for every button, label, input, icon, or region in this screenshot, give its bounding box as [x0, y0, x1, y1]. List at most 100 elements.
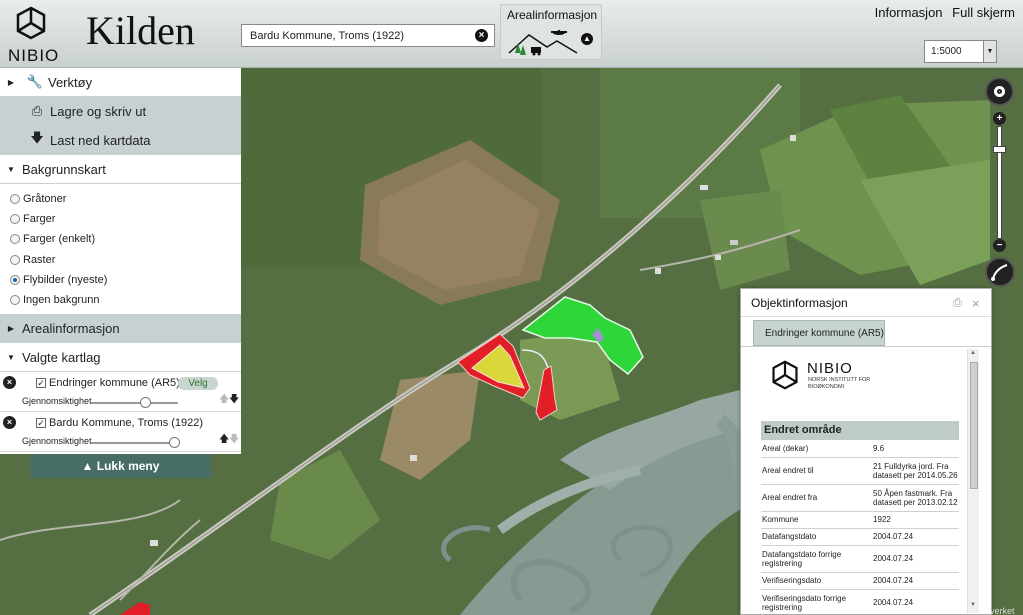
menu-print-label: Lagre og skriv ut [50, 103, 147, 119]
search-box: × [241, 24, 495, 47]
opacity-slider-track[interactable] [91, 442, 178, 445]
bg-option-label: Farger [23, 213, 56, 226]
info-link[interactable]: Informasjon [875, 5, 943, 20]
clear-search-icon[interactable]: × [475, 29, 488, 42]
search-input[interactable] [242, 25, 467, 46]
layer-name: Endringer kommune (AR5) [49, 377, 180, 390]
chevron-up-icon[interactable]: ▲ [581, 33, 593, 45]
object-info-panel: Objektinformasjon ⎙ × Endringer kommune … [740, 288, 992, 615]
nibio-logo[interactable]: NIBIO [6, 4, 60, 65]
nibio-cube-icon [16, 6, 46, 40]
select-button[interactable]: Velg [178, 377, 218, 391]
bg-option-color-simple[interactable]: Farger (enkelt) [10, 229, 241, 249]
table-row: Verifiseringsdato forrige registrering 20… [761, 589, 959, 614]
measure-icon [991, 264, 1008, 281]
brand-name: NIBIO [8, 46, 60, 65]
fullscreen-link[interactable]: Full skjerm [952, 5, 1015, 20]
close-menu-button[interactable]: ▲ Lukk meny [30, 454, 211, 478]
menu-background-label: Bakgrunnskart [22, 161, 106, 177]
attribute-key: Areal endret til [761, 457, 871, 485]
attribute-value: 2004.07.24 [871, 572, 959, 590]
printer-icon[interactable]: ⎙ [953, 297, 962, 310]
menu-area-info[interactable]: ▶ Arealinformasjon [0, 314, 241, 344]
opacity-label: Gjennomsiktighet [22, 396, 92, 407]
scroll-down-icon[interactable]: ▼ [970, 602, 976, 608]
nibio-cube-icon [772, 360, 798, 390]
caret-down-icon: ▼ [7, 352, 15, 362]
bg-option-grayscale[interactable]: Gråtoner [10, 189, 241, 209]
zoom-slider-handle[interactable] [993, 146, 1006, 153]
scale-select[interactable]: 1:5000 ▼ [924, 40, 997, 63]
menu-tools-label: Verktøy [48, 74, 93, 90]
menu-background-maps[interactable]: ▼ Bakgrunnskart [0, 155, 241, 184]
top-links: Informasjon Full skjerm [869, 5, 1015, 20]
scrollbar[interactable]: ▲ ▼ [967, 349, 979, 613]
attribute-value: 9.6 [871, 440, 959, 458]
app-header: NIBIO Kilden × Arealinformasjon ▲ Inform… [0, 0, 1023, 68]
bg-option-label: Farger (enkelt) [23, 233, 96, 246]
bg-option-label: Ingen bakgrunn [23, 294, 100, 307]
locate-icon[interactable] [985, 77, 1014, 106]
bg-option-label: Gråtoner [23, 193, 67, 206]
radio-button[interactable] [10, 234, 20, 245]
scrollbar-thumb[interactable] [970, 362, 978, 489]
radio-button[interactable] [10, 214, 20, 225]
attribute-key: Verifiseringsdato forrige registrering [761, 589, 871, 614]
logo-word: NIBIO [807, 360, 853, 377]
table-row: Areal endret fra 50 Åpen fastmark. Fra da… [761, 484, 959, 512]
topic-label: Arealinformasjon [507, 8, 598, 22]
remove-layer-icon[interactable]: × [3, 376, 16, 390]
chevron-down-icon: ▼ [983, 41, 996, 62]
caret-up-icon: ▲ [81, 459, 97, 473]
attribute-key: Areal (dekar) [761, 440, 871, 458]
zoom-in-button[interactable]: + [993, 112, 1006, 125]
zoom-out-button[interactable]: − [993, 239, 1006, 252]
attribute-key: Datafangstdato [761, 528, 871, 546]
menu-tools[interactable]: ▶ 🔧 Verktøy [0, 68, 241, 97]
menu-print[interactable]: ⎙ Lagre og skriv ut [0, 97, 241, 126]
attribute-value: 21 Fulldyrka jord. Fra datasett per 2014… [871, 457, 959, 485]
menu-selected-layers[interactable]: ▼ Valgte kartlag [0, 343, 241, 373]
move-down-icon[interactable]: 🡇 [229, 392, 239, 409]
radio-button[interactable] [10, 254, 20, 265]
scroll-up-icon[interactable]: ▲ [970, 350, 976, 356]
radio-button[interactable] [10, 194, 20, 205]
tab-ar5-changes[interactable]: Endringer kommune (AR5) [753, 320, 885, 346]
layer-item: × ✓ Endringer kommune (AR5) Velg Gjennom… [0, 372, 241, 413]
radio-button-selected[interactable] [10, 274, 20, 285]
caret-right-icon: ▶ [7, 77, 15, 87]
app-title: Kilden [86, 8, 195, 53]
logo-subtitle: NORSK INSTITUTT FOR BIOØKONOMI [808, 377, 871, 390]
bg-option-none[interactable]: Ingen bakgrunn [10, 290, 241, 310]
move-up-icon[interactable]: 🡅 [219, 432, 229, 449]
menu-download[interactable]: 🡇 Last ned kartdata [0, 126, 241, 155]
measure-tool-button[interactable] [985, 257, 1015, 287]
menu-selected-layers-label: Valgte kartlag [22, 349, 101, 365]
attribute-value: 2004.07.24 [871, 528, 959, 546]
layer-visibility-checkbox[interactable]: ✓ [36, 418, 46, 429]
zoom-control: + − [993, 112, 1006, 254]
table-row: Areal endret til 21 Fulldyrka jord. Fra d… [761, 457, 959, 485]
object-info-content: NIBIO NORSK INSTITUTT FOR BIOØKONOMI End… [753, 348, 966, 614]
opacity-label: Gjennomsiktighet [22, 436, 92, 447]
opacity-slider-handle[interactable] [139, 397, 151, 409]
bg-option-raster[interactable]: Raster [10, 250, 241, 270]
bg-option-color[interactable]: Farger [10, 209, 241, 229]
opacity-slider-handle[interactable] [168, 437, 180, 449]
table-row: Kommune 1922 [761, 511, 959, 529]
remove-layer-icon[interactable]: × [3, 416, 16, 430]
close-icon[interactable]: × [972, 296, 980, 311]
zoom-slider-track[interactable] [997, 126, 1002, 239]
attribute-value: 1922 [871, 511, 959, 529]
radio-button[interactable] [10, 295, 20, 306]
opacity-slider-track[interactable] [91, 402, 178, 405]
bg-option-aerial[interactable]: Flybilder (nyeste) [10, 270, 241, 290]
attribute-table: Areal (dekar) 9.6 Areal endret til 21 Fulld… [761, 440, 959, 614]
layer-name: Bardu Kommune, Troms (1922) [49, 417, 204, 430]
table-row: Datafangstdato 2004.07.24 [761, 528, 959, 546]
layer-visibility-checkbox[interactable]: ✓ [36, 378, 46, 389]
topic-selector[interactable]: Arealinformasjon ▲ [500, 4, 602, 60]
menu-area-info-label: Arealinformasjon [22, 320, 120, 336]
move-down-icon[interactable]: 🡇 [229, 432, 239, 449]
move-up-icon[interactable]: 🡅 [219, 392, 229, 409]
